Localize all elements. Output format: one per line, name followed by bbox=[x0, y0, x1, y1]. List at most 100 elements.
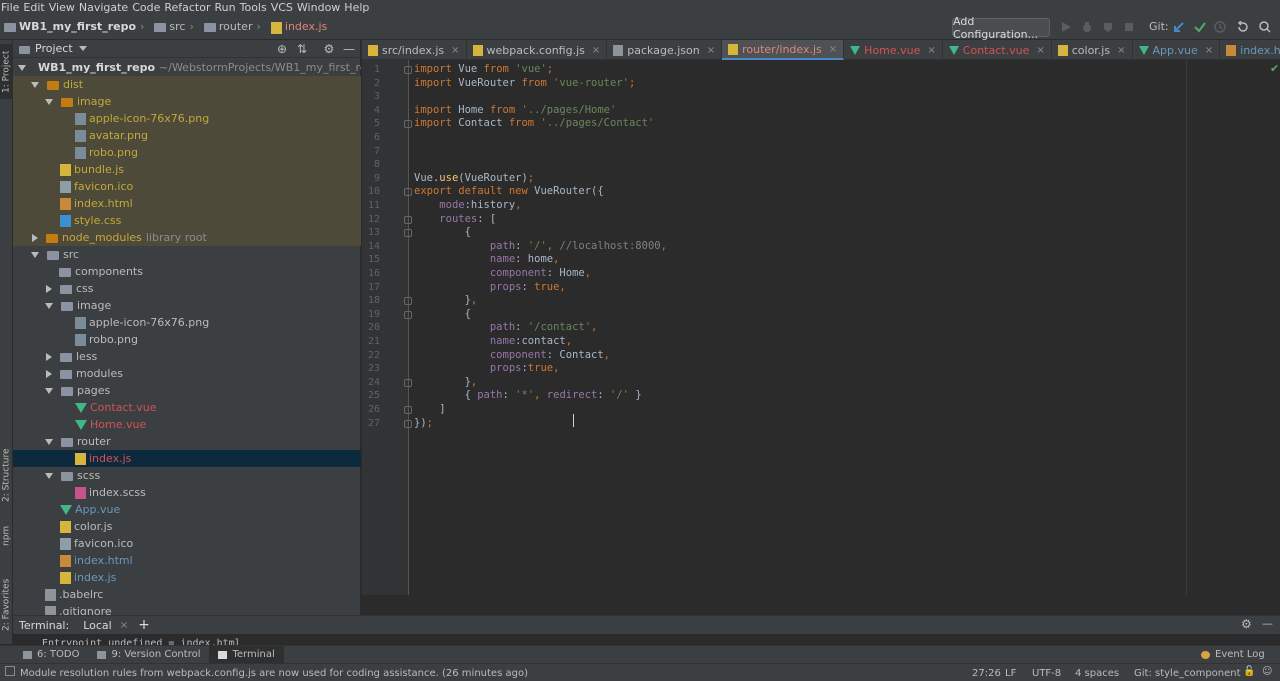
structure-tool-tab[interactable]: 2: Structure bbox=[0, 440, 13, 510]
fold-marker-icon[interactable] bbox=[404, 229, 412, 238]
close-icon[interactable]: × bbox=[1036, 45, 1044, 56]
tree-item-root[interactable]: WB1_my_first_repo ~/WebstormProjects/WB1… bbox=[13, 59, 361, 76]
revert-icon[interactable] bbox=[1236, 21, 1248, 33]
collapse-all-icon[interactable]: ⇅ bbox=[295, 42, 309, 56]
tree-item-components[interactable]: components bbox=[13, 263, 361, 280]
inspection-ok-icon[interactable]: ✔ bbox=[1270, 62, 1279, 75]
status-message[interactable]: Module resolution rules from webpack.con… bbox=[20, 668, 528, 679]
code-line[interactable]: routes: [ bbox=[414, 213, 496, 227]
terminal-tab-local[interactable]: Local bbox=[83, 619, 112, 632]
tree-item-image[interactable]: image bbox=[13, 297, 361, 314]
fold-marker-icon[interactable] bbox=[404, 120, 412, 129]
tree-item-selected-file[interactable]: index.js bbox=[13, 450, 361, 467]
close-icon[interactable]: × bbox=[1205, 45, 1213, 56]
git-update-icon[interactable] bbox=[1173, 21, 1185, 33]
menu-run[interactable]: Run bbox=[214, 1, 239, 14]
code-line[interactable]: { bbox=[414, 226, 471, 240]
terminal-tool-tab[interactable]: Terminal bbox=[209, 645, 284, 664]
gear-icon[interactable]: ⚙ bbox=[322, 42, 336, 56]
breadcrumb-router[interactable]: router › bbox=[200, 20, 265, 33]
menu-help[interactable]: Help bbox=[343, 1, 372, 14]
code-line[interactable]: props: true, bbox=[414, 281, 566, 295]
code-line[interactable]: import Home from '../pages/Home' bbox=[414, 104, 616, 118]
close-icon[interactable]: × bbox=[707, 45, 715, 56]
tab-home-vue[interactable]: Home.vue × bbox=[844, 40, 943, 60]
fold-marker-icon[interactable] bbox=[404, 378, 412, 387]
tab-index-html[interactable]: index.html × bbox=[1220, 40, 1280, 60]
menu-file[interactable]: File bbox=[0, 1, 22, 14]
close-icon[interactable]: × bbox=[1117, 45, 1125, 56]
tree-item-file[interactable]: favicon.ico bbox=[13, 178, 361, 195]
tree-item-file[interactable]: robo.png bbox=[13, 331, 361, 348]
tree-item-file[interactable]: style.css bbox=[13, 212, 361, 229]
coverage-icon[interactable] bbox=[1102, 21, 1114, 33]
code-line[interactable]: ] bbox=[414, 403, 445, 417]
minimize-icon[interactable]: — bbox=[342, 42, 356, 56]
tree-item-file[interactable]: color.js bbox=[13, 518, 361, 535]
tab-router-index-js[interactable]: router/index.js × bbox=[722, 40, 845, 60]
close-icon[interactable]: × bbox=[120, 620, 128, 631]
close-icon[interactable]: × bbox=[451, 45, 459, 56]
code-line[interactable]: }); bbox=[414, 417, 433, 431]
breadcrumb-file[interactable]: index.js bbox=[267, 20, 327, 34]
favorites-tool-tab[interactable]: 2: Favorites bbox=[0, 570, 13, 640]
history-icon[interactable] bbox=[1214, 21, 1226, 33]
tree-item-css[interactable]: css bbox=[13, 280, 361, 297]
code-line[interactable]: path: '/contact', bbox=[414, 321, 598, 335]
tree-item-router[interactable]: router bbox=[13, 433, 361, 450]
tree-item-pages[interactable]: pages bbox=[13, 382, 361, 399]
git-commit-icon[interactable] bbox=[1194, 21, 1206, 33]
code-line[interactable]: }, bbox=[414, 294, 478, 308]
code-line[interactable]: mode:history, bbox=[414, 199, 521, 213]
code-line[interactable]: name:contact, bbox=[414, 335, 572, 349]
run-icon[interactable] bbox=[1060, 21, 1072, 33]
tree-item-file[interactable]: .gitignore bbox=[13, 603, 361, 615]
tree-item-file[interactable]: index.html bbox=[13, 552, 361, 569]
code-line[interactable]: export default new VueRouter({ bbox=[414, 185, 604, 199]
version-control-tool-tab[interactable]: 9: Version Control bbox=[88, 646, 209, 664]
code-line[interactable]: Vue.use(VueRouter); bbox=[414, 172, 534, 186]
code-line[interactable]: import Contact from '../pages/Contact' bbox=[414, 117, 654, 131]
tree-item-dist[interactable]: dist bbox=[13, 76, 361, 93]
tab-package-json[interactable]: package.json × bbox=[607, 40, 723, 60]
tree-item-file[interactable]: .babelrc bbox=[13, 586, 361, 603]
tree-item-file[interactable]: index.js bbox=[13, 569, 361, 586]
tree-item-less[interactable]: less bbox=[13, 348, 361, 365]
code-editor[interactable]: 1 2 3 4 5 6 7 8 9 10 11 12 13 14 15 16 17 18 19 20 21 22 23 24 2… bbox=[362, 60, 1280, 595]
indent-setting[interactable]: 4 spaces bbox=[1075, 668, 1119, 679]
menu-navigate[interactable]: Navigate bbox=[78, 1, 131, 14]
code-line[interactable]: component: Home, bbox=[414, 267, 591, 281]
fold-marker-icon[interactable] bbox=[404, 310, 412, 319]
code-line[interactable]: component: Contact, bbox=[414, 349, 610, 363]
fold-marker-icon[interactable] bbox=[404, 406, 412, 414]
menu-window[interactable]: Window bbox=[296, 1, 343, 14]
tool-windows-toggle-icon[interactable] bbox=[5, 666, 15, 676]
add-configuration-button[interactable]: Add Configuration... bbox=[952, 15, 1050, 41]
tree-item-modules[interactable]: modules bbox=[13, 365, 361, 382]
minimize-icon[interactable]: — bbox=[1262, 617, 1273, 630]
tab-webpack-config[interactable]: webpack.config.js × bbox=[467, 40, 608, 60]
menu-code[interactable]: Code bbox=[131, 1, 163, 14]
tab-src-index-js[interactable]: src/index.js × bbox=[362, 40, 467, 60]
tab-app-vue[interactable]: App.vue × bbox=[1133, 40, 1221, 60]
tab-color-js[interactable]: color.js × bbox=[1052, 40, 1133, 60]
project-tool-tab[interactable]: 1: Project bbox=[0, 44, 13, 99]
tree-item-file[interactable]: bundle.js bbox=[13, 161, 361, 178]
tree-item-file[interactable]: App.vue bbox=[13, 501, 361, 518]
line-separator[interactable]: LF bbox=[1005, 668, 1016, 679]
menu-view[interactable]: View bbox=[48, 1, 78, 14]
tree-item-file[interactable]: Home.vue bbox=[13, 416, 361, 433]
menu-tools[interactable]: Tools bbox=[239, 1, 270, 14]
tree-item-file[interactable]: apple-icon-76x76.png bbox=[13, 314, 361, 331]
menu-refactor[interactable]: Refactor bbox=[163, 1, 213, 14]
close-icon[interactable]: × bbox=[927, 45, 935, 56]
locate-file-icon[interactable]: ⊕ bbox=[275, 42, 289, 56]
cursor-position[interactable]: 27:26 bbox=[972, 668, 1001, 679]
debug-icon[interactable] bbox=[1081, 21, 1093, 33]
menu-vcs[interactable]: VCS bbox=[270, 1, 296, 14]
fold-marker-icon[interactable] bbox=[404, 419, 412, 428]
code-line[interactable]: { bbox=[414, 308, 471, 322]
code-line[interactable]: import VueRouter from 'vue-router'; bbox=[414, 77, 635, 91]
tree-item-scss[interactable]: scss bbox=[13, 467, 361, 484]
tree-item-file[interactable]: index.scss bbox=[13, 484, 361, 501]
